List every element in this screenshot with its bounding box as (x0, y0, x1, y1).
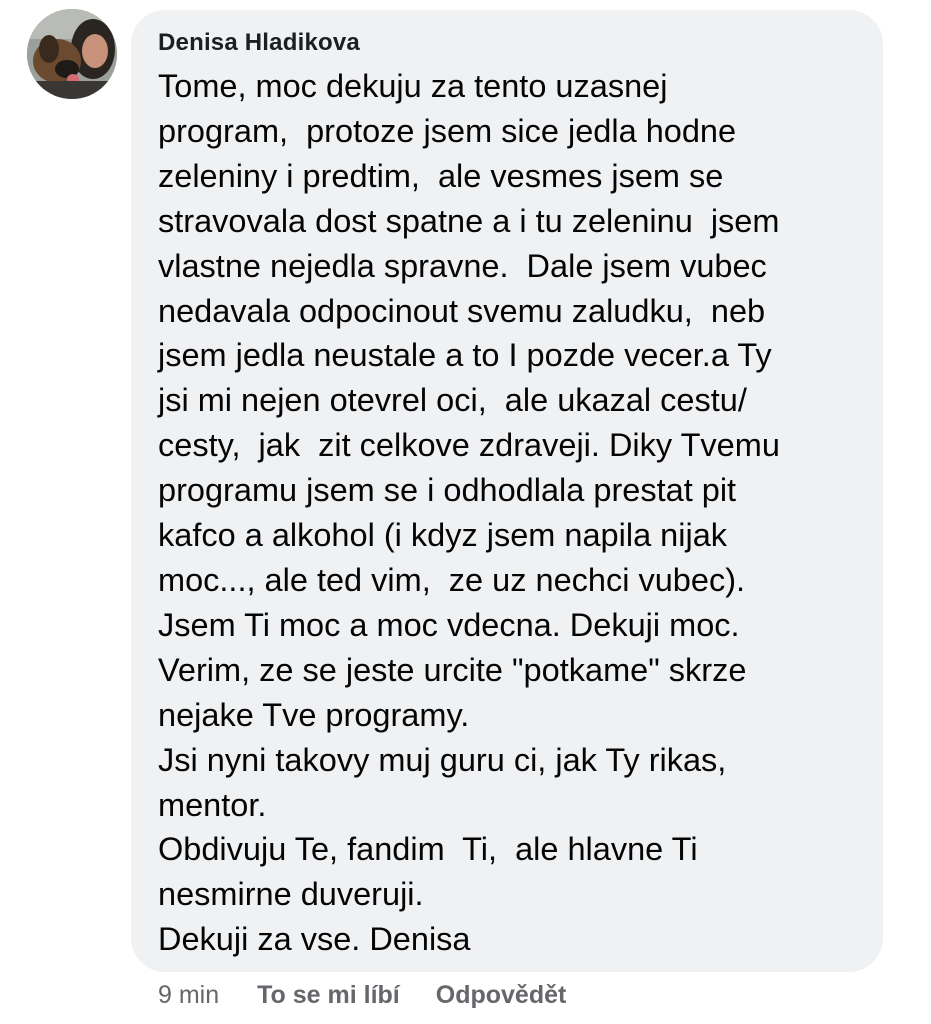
comment-text-line: zeleniny i predtim, ale vesmes jsem se (158, 157, 724, 194)
comment-text-line: mentor. (158, 786, 267, 823)
comment-text-line: cesty, jak zit celkove zdraveji. Diky Tv… (158, 427, 780, 464)
comment-text-line: Obdivuju Te, fandim Ti, ale hlavne Ti (158, 831, 698, 868)
comment-text-line: Verim, ze se jeste urcite "potkame" skrz… (158, 651, 747, 688)
avatar[interactable] (27, 9, 117, 99)
comment-text-line: nejake Tve programy. (158, 696, 470, 733)
comment-text-line: jsem jedla neustale a to I pozde vecer.a… (158, 337, 772, 374)
comment-text-line: Dekuji za vse. Denisa (158, 921, 471, 958)
comment-actions: 9 min To se mi líbí Odpovědět (158, 977, 566, 1013)
reply-button[interactable]: Odpovědět (436, 981, 567, 1010)
comment-text-line: nedavala odpocinout svemu zaludku, neb (158, 292, 766, 329)
comment-text-line: vlastne nejedla spravne. Dale jsem vubec (158, 247, 767, 284)
comment-author[interactable]: Denisa Hladikova (158, 26, 863, 60)
comment-text-line: nesmirne duveruji. (158, 876, 424, 913)
comment-text-line: Jsi nyni takovy muj guru ci, jak Ty rika… (158, 741, 727, 778)
comment-bubble: Denisa Hladikova Tome, moc dekuju za ten… (131, 10, 883, 972)
like-button[interactable]: To se mi líbí (257, 981, 400, 1010)
comment-text-line: Tome, moc dekuju za tento uzasnej (158, 68, 668, 104)
comment-text-line: jsi mi nejen otevrel oci, ale ukazal ces… (158, 382, 747, 419)
comment-timestamp[interactable]: 9 min (158, 981, 219, 1010)
comment-text-line: moc..., ale ted vim, ze uz nechci vubec)… (158, 561, 746, 598)
comment-text: Tome, moc dekuju za tento uzasnej progra… (158, 64, 863, 962)
comment-text-line: Jsem Ti moc a moc vdecna. Dekuji moc. (158, 606, 740, 643)
comment-text-line: programu jsem se i odhodlala prestat pit (158, 472, 737, 509)
avatar-photo-icon (27, 9, 117, 99)
comment-text-line: program, protoze jsem sice jedla hodne (158, 112, 737, 149)
comment-text-line: kafco a alkohol (i kdyz jsem napila nija… (158, 517, 728, 554)
comment-text-line: stravovala dost spatne a i tu zeleninu j… (158, 202, 780, 239)
comment: Denisa Hladikova Tome, moc dekuju za ten… (0, 0, 931, 1024)
